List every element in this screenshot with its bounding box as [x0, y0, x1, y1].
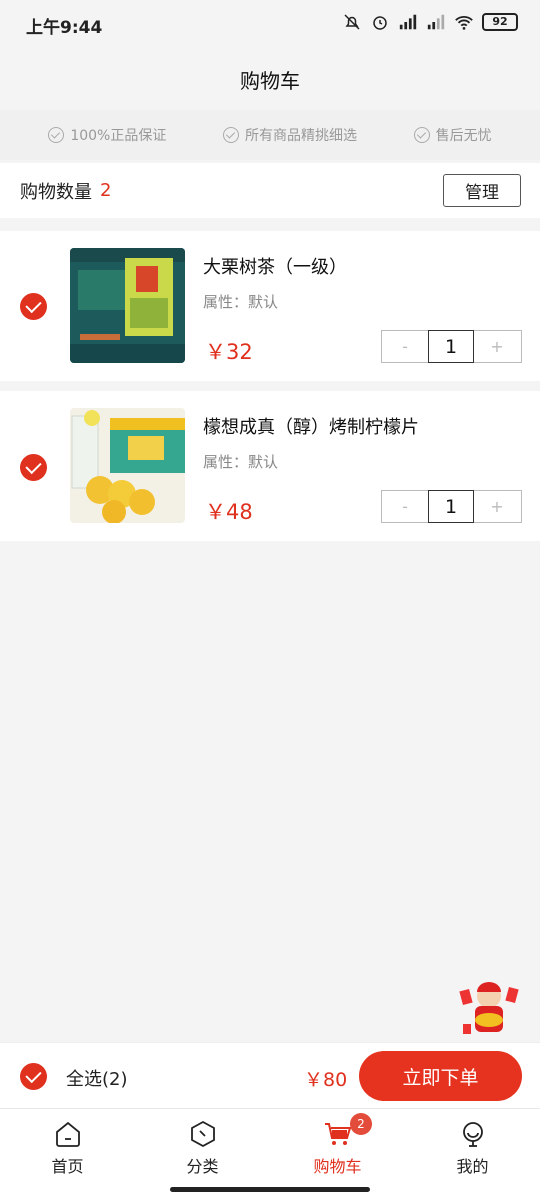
page-header: 购物车	[0, 48, 540, 110]
manage-button[interactable]: 管理	[443, 174, 521, 207]
signal-icon-2	[426, 12, 446, 32]
decrease-button[interactable]: -	[382, 331, 428, 362]
place-order-button[interactable]: 立即下单	[359, 1051, 522, 1101]
cart-item: 檬想成真（醇）烤制柠檬片 属性：默认 ￥48 - 1 +	[0, 391, 540, 541]
page-title: 购物车	[240, 68, 300, 93]
quantity-stepper: - 1 +	[381, 330, 522, 363]
product-attribute: 属性：默认	[203, 453, 279, 471]
increase-button[interactable]: +	[474, 491, 520, 522]
quantity-stepper: - 1 +	[381, 490, 522, 523]
mute-bell-icon	[342, 12, 362, 32]
check-circle-icon	[48, 127, 65, 143]
tab-home[interactable]: 首页	[0, 1109, 135, 1200]
quantity-value[interactable]: 1	[428, 330, 474, 363]
item-checkbox[interactable]	[20, 454, 47, 481]
product-price: ￥48	[205, 500, 253, 524]
tab-label: 首页	[51, 1157, 84, 1176]
total-price: ￥80	[304, 1069, 348, 1091]
home-icon	[55, 1121, 80, 1147]
product-name[interactable]: 大栗树茶（一级）	[203, 253, 347, 279]
wifi-icon	[454, 12, 474, 32]
alarm-icon	[370, 12, 390, 32]
cart-count-value: 2	[100, 180, 112, 201]
floating-mascot-icon[interactable]	[455, 980, 525, 1040]
increase-button[interactable]: +	[474, 331, 520, 362]
guarantee-label: 售后无忧	[435, 128, 492, 144]
product-image[interactable]	[70, 248, 185, 363]
cart-badge: 2	[350, 1113, 372, 1135]
status-bar: 上午9:44 92	[0, 0, 540, 48]
guarantee-item: 100%正品保证	[48, 125, 166, 145]
product-name[interactable]: 檬想成真（醇）烤制柠檬片	[203, 413, 419, 439]
cart-count-bar: 购物数量 2 管理	[0, 163, 540, 218]
product-image[interactable]	[70, 408, 185, 523]
quantity-value[interactable]: 1	[428, 490, 474, 523]
tab-label: 购物车	[313, 1157, 362, 1176]
tab-label: 我的	[456, 1157, 489, 1176]
check-circle-icon	[413, 127, 430, 143]
product-price: ￥32	[205, 340, 253, 364]
status-time: 上午9:44	[26, 18, 103, 38]
cart-item: 大栗树茶（一级） 属性：默认 ￥32 - 1 +	[0, 231, 540, 381]
tab-profile[interactable]: 我的	[405, 1109, 540, 1200]
guarantee-item: 售后无忧	[413, 125, 492, 145]
cart-icon	[324, 1123, 351, 1145]
cart-count-label: 购物数量	[20, 181, 92, 203]
guarantee-label: 所有商品精挑细选	[245, 128, 358, 144]
guarantee-label: 100%正品保证	[70, 128, 167, 144]
checkout-bar: 全选(2) ￥80 立即下单	[0, 1042, 540, 1108]
status-icons: 92	[342, 12, 518, 32]
item-checkbox[interactable]	[20, 293, 47, 320]
product-attribute: 属性：默认	[203, 293, 279, 311]
decrease-button[interactable]: -	[382, 491, 428, 522]
home-indicator	[170, 1187, 370, 1192]
select-all-checkbox[interactable]	[20, 1063, 47, 1090]
profile-icon	[462, 1122, 483, 1147]
signal-icon	[398, 12, 418, 32]
guarantee-item: 所有商品精挑细选	[223, 125, 357, 145]
select-all-label[interactable]: 全选(2)	[66, 1065, 128, 1091]
battery-icon: 92	[482, 13, 518, 31]
guarantee-strip: 100%正品保证 所有商品精挑细选 售后无忧	[0, 110, 540, 160]
tab-label: 分类	[186, 1157, 219, 1176]
check-circle-icon	[223, 127, 240, 143]
category-icon	[190, 1120, 215, 1148]
